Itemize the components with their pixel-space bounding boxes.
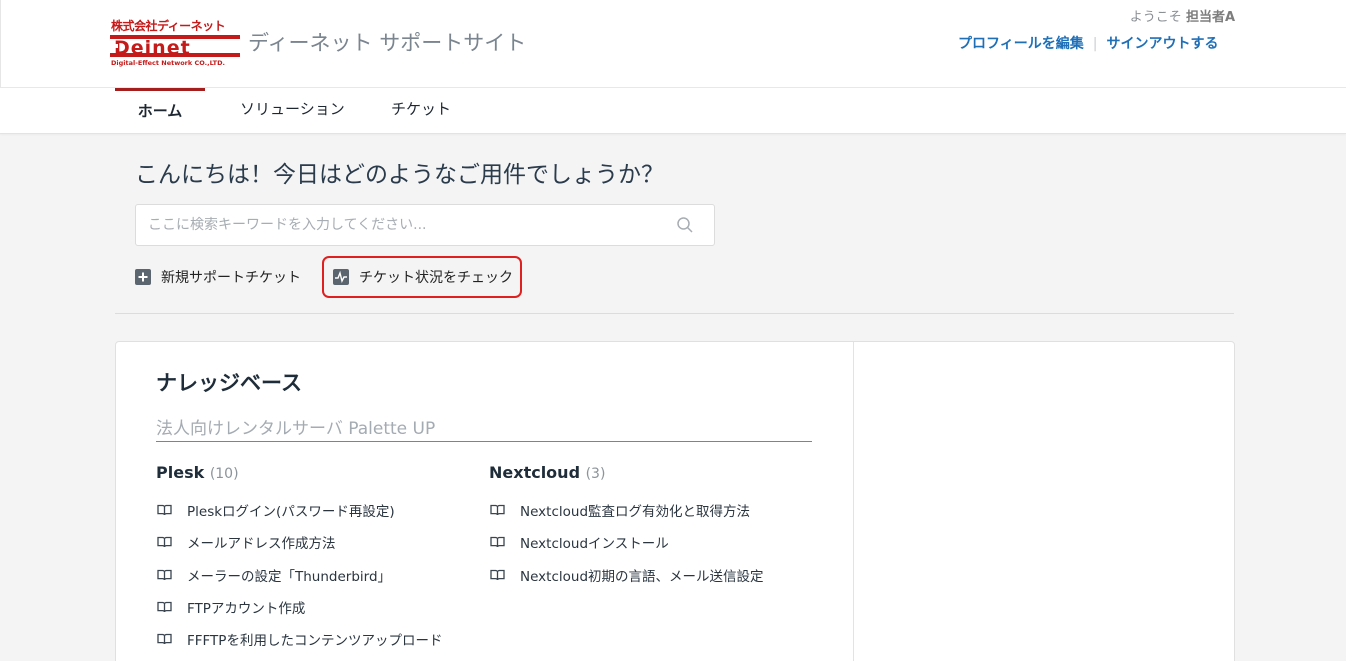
sign-out-link[interactable]: サインアウトする bbox=[1106, 36, 1218, 52]
section-divider bbox=[115, 313, 1234, 314]
kb-article[interactable]: FTPアカウント作成 bbox=[157, 597, 305, 617]
article-title: Nextcloudインストール bbox=[520, 536, 669, 552]
site-title[interactable]: ディーネット サポートサイト bbox=[248, 27, 526, 57]
welcome-text: ようこそ 担当者A bbox=[1130, 6, 1235, 25]
main-nav: ホーム ソリューション チケット bbox=[0, 88, 1346, 134]
nav-tab-home[interactable]: ホーム bbox=[115, 88, 205, 134]
book-icon bbox=[157, 601, 172, 613]
kb-section-plesk[interactable]: Plesk (10) bbox=[156, 463, 239, 482]
nav-tab-tickets[interactable]: チケット bbox=[391, 88, 451, 134]
article-title: メールアドレス作成方法 bbox=[187, 536, 336, 552]
kb-title: ナレッジベース bbox=[156, 371, 302, 395]
edit-profile-link[interactable]: プロフィールを編集 bbox=[958, 36, 1084, 52]
article-title: FTPアカウント作成 bbox=[187, 601, 306, 617]
search-icon[interactable] bbox=[676, 216, 694, 234]
section-count: (3) bbox=[585, 466, 606, 482]
activity-icon bbox=[333, 269, 349, 285]
logo-company-english: Digital-Effect Network CO.,LTD. bbox=[111, 59, 225, 67]
kb-section-nextcloud[interactable]: Nextcloud (3) bbox=[489, 463, 605, 482]
new-ticket-link[interactable]: 新規サポートチケット bbox=[135, 264, 301, 290]
site-header: 株式会社ディーネット Deinet Digital-Effect Network… bbox=[0, 0, 1346, 88]
kb-article[interactable]: メールアドレス作成方法 bbox=[157, 532, 336, 552]
kb-category-title[interactable]: 法人向けレンタルサーバ Palette UP bbox=[156, 414, 812, 442]
company-logo[interactable]: 株式会社ディーネット Deinet Digital-Effect Network… bbox=[110, 17, 241, 69]
search-input[interactable] bbox=[148, 205, 668, 245]
user-name: 担当者A bbox=[1185, 10, 1235, 25]
article-title: Nextcloud監査ログ有効化と取得方法 bbox=[520, 504, 751, 520]
card-column-divider bbox=[853, 342, 854, 661]
plus-icon bbox=[135, 269, 151, 285]
new-ticket-label: 新規サポートチケット bbox=[161, 270, 301, 286]
article-title: メーラーの設定「Thunderbird」 bbox=[187, 569, 392, 585]
book-icon bbox=[157, 536, 172, 548]
check-ticket-status-link[interactable]: チケット状況をチェック bbox=[322, 256, 522, 298]
nav-tab-solutions[interactable]: ソリューション bbox=[240, 88, 345, 134]
article-title: Pleskログイン(パスワード再設定) bbox=[187, 504, 395, 520]
book-icon bbox=[490, 569, 505, 581]
book-icon bbox=[157, 633, 172, 645]
article-title: Nextcloud初期の言語、メール送信設定 bbox=[520, 569, 764, 585]
section-name: Nextcloud bbox=[489, 463, 581, 482]
logo-mark: Deinet bbox=[110, 35, 240, 59]
kb-article[interactable]: Pleskログイン(パスワード再設定) bbox=[157, 500, 395, 520]
book-icon bbox=[490, 536, 505, 548]
book-icon bbox=[490, 504, 505, 516]
book-icon bbox=[157, 504, 172, 516]
section-count: (10) bbox=[209, 466, 239, 482]
kb-article[interactable]: メーラーの設定「Thunderbird」 bbox=[157, 565, 391, 585]
link-separator: | bbox=[1092, 36, 1098, 52]
kb-article[interactable]: FFFTPを利用したコンテンツアップロード bbox=[157, 629, 442, 649]
kb-article[interactable]: Nextcloud初期の言語、メール送信設定 bbox=[490, 565, 764, 585]
search-box[interactable] bbox=[135, 204, 715, 246]
knowledge-base-card: ナレッジベース 法人向けレンタルサーバ Palette UP Plesk (10… bbox=[115, 341, 1235, 661]
greeting-heading: こんにちは！今日はどのようなご用件でしょうか？ bbox=[135, 162, 664, 188]
kb-article[interactable]: Nextcloud監査ログ有効化と取得方法 bbox=[490, 500, 750, 520]
logo-company-name: 株式会社ディーネット bbox=[111, 19, 226, 33]
section-name: Plesk bbox=[156, 463, 205, 482]
welcome-prefix: ようこそ bbox=[1129, 10, 1182, 25]
svg-text:Deinet: Deinet bbox=[114, 37, 191, 59]
user-links: プロフィールを編集 | サインアウトする bbox=[958, 33, 1218, 53]
check-ticket-status-label: チケット状況をチェック bbox=[359, 270, 513, 286]
kb-article[interactable]: Nextcloudインストール bbox=[490, 532, 669, 552]
article-title: FFFTPを利用したコンテンツアップロード bbox=[187, 633, 443, 649]
book-icon bbox=[157, 569, 172, 581]
